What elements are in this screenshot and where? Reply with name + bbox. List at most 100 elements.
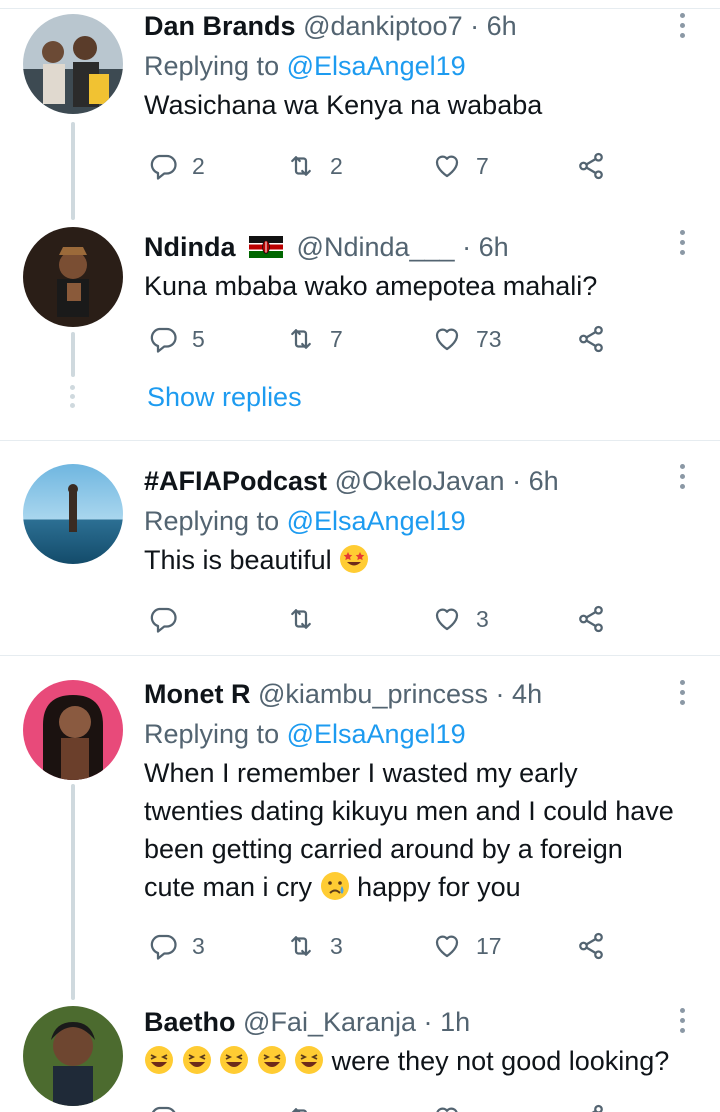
heart-icon [435, 155, 459, 178]
reply-button[interactable]: 2 [148, 148, 205, 184]
tweet-text-line: When I remember I wasted my early [144, 758, 578, 788]
reply-button[interactable]: 5 [148, 321, 205, 357]
laughing-emoji-icon [295, 1046, 324, 1074]
avatar[interactable] [23, 14, 123, 114]
retweet-icon [291, 156, 311, 176]
author-name[interactable]: Baetho [144, 1007, 236, 1037]
retweet-button[interactable]: 7 [286, 321, 343, 357]
avatar[interactable] [23, 680, 123, 780]
author-handle[interactable]: @Fai_Karanja [243, 1007, 416, 1037]
reply-icon [151, 1106, 176, 1112]
share-button[interactable] [576, 148, 606, 184]
more-options-icon[interactable] [678, 680, 686, 706]
retweet-button[interactable]: 2 [286, 148, 343, 184]
mention-link[interactable]: @ElsaAngel19 [287, 51, 466, 81]
like-button[interactable]: 3 [432, 601, 489, 637]
show-replies-link[interactable]: Show replies [147, 381, 302, 413]
like-button[interactable] [432, 1100, 462, 1112]
share-button[interactable] [576, 601, 606, 637]
more-options-icon[interactable] [678, 230, 686, 256]
timestamp[interactable]: 6h [479, 232, 509, 262]
tweet-monet-r[interactable]: Monet R @kiambu_princess · 4h Replying t… [0, 656, 720, 1000]
reply-icon [150, 607, 177, 633]
more-options-icon[interactable] [678, 464, 686, 490]
like-count: 73 [476, 325, 502, 352]
tweet-text-line: happy for you [357, 872, 521, 902]
mention-link[interactable]: @ElsaAngel19 [287, 506, 466, 536]
like-button[interactable]: 17 [432, 928, 502, 964]
tweet-actions [144, 1100, 614, 1112]
share-icon [579, 325, 603, 353]
avatar[interactable] [23, 1006, 123, 1106]
tweet-actions: 3 3 17 [144, 928, 614, 964]
author-name[interactable]: Monet R [144, 679, 250, 709]
tweet-dan-brands[interactable]: Dan Brands @dankiptoo7 · 6h Replying to … [0, 0, 720, 220]
share-button[interactable] [576, 1100, 606, 1112]
avatar[interactable] [23, 227, 123, 327]
laughing-emoji-icon [182, 1046, 211, 1074]
share-button[interactable] [576, 321, 606, 357]
separator: · [462, 232, 472, 262]
tweet-afia-podcast[interactable]: #AFIAPodcast @OkeloJavan · 6h Replying t… [0, 441, 720, 655]
reply-icon [150, 327, 177, 353]
like-button[interactable]: 7 [432, 148, 489, 184]
retweet-icon [291, 609, 311, 629]
reply-button[interactable] [148, 601, 192, 637]
separator: · [495, 679, 505, 709]
like-count: 17 [476, 932, 502, 959]
tweet-text: were they not good looking? [331, 1046, 670, 1076]
author-handle[interactable]: @Ndinda___ [297, 232, 455, 262]
laughing-emoji-icon [257, 1046, 286, 1074]
tweet-baetho[interactable]: Baetho @Fai_Karanja · 1h were they not g… [0, 1000, 720, 1112]
crying-face-emoji-icon [320, 872, 349, 900]
timestamp[interactable]: 1h [440, 1007, 470, 1037]
author-handle[interactable]: @dankiptoo7 [303, 11, 463, 41]
share-button[interactable] [576, 928, 606, 964]
timestamp[interactable]: 4h [512, 679, 542, 709]
author-name[interactable]: Ndinda [144, 232, 236, 262]
reply-icon [150, 154, 177, 180]
separator: · [512, 466, 522, 496]
like-count: 3 [476, 605, 489, 632]
retweet-count: 3 [330, 932, 343, 959]
tweet-text-line: cute man i cry [144, 872, 313, 902]
kenya-flag-icon [249, 235, 284, 258]
reply-button[interactable]: 3 [148, 928, 205, 964]
reply-button[interactable] [148, 1100, 178, 1112]
replying-to-label: Replying to [144, 506, 280, 536]
author-handle[interactable]: @kiambu_princess [258, 679, 488, 709]
reply-count: 2 [192, 152, 205, 179]
retweet-button[interactable] [286, 601, 330, 637]
timestamp[interactable]: 6h [487, 11, 517, 41]
retweet-button[interactable] [286, 1100, 316, 1112]
retweet-icon [291, 936, 311, 956]
separator: · [470, 11, 480, 41]
avatar[interactable] [23, 464, 123, 564]
tweet-actions: 2 2 7 [144, 148, 614, 184]
replying-to: Replying to @ElsaAngel19 [144, 718, 680, 750]
tweet-ndinda[interactable]: Ndinda @Ndinda___ · 6h Kuna mbaba wako a… [0, 215, 720, 440]
author-name[interactable]: Dan Brands [144, 11, 296, 41]
retweet-button[interactable]: 3 [286, 928, 343, 964]
laughing-emoji-icon [145, 1046, 173, 1074]
thread-line [71, 122, 75, 220]
author-handle[interactable]: @OkeloJavan [335, 466, 505, 496]
collapsed-thread-dots [70, 385, 76, 412]
replying-to: Replying to @ElsaAngel19 [144, 50, 680, 82]
reply-count: 3 [192, 932, 205, 959]
more-options-icon[interactable] [678, 13, 686, 39]
tweet-text-line: twenties dating kikuyu men and I could h… [144, 796, 674, 826]
timestamp[interactable]: 6h [529, 466, 559, 496]
share-icon [579, 932, 603, 960]
heart-icon [436, 1107, 458, 1112]
share-icon [579, 152, 603, 180]
tweet-text: Kuna mbaba wako amepotea mahali? [144, 271, 598, 301]
laughing-emoji-icon [220, 1046, 249, 1074]
star-struck-emoji-icon [340, 545, 369, 573]
author-name[interactable]: #AFIAPodcast [144, 466, 327, 496]
like-button[interactable]: 73 [432, 321, 502, 357]
more-options-icon[interactable] [678, 1008, 686, 1034]
reply-icon [150, 934, 177, 960]
retweet-icon [291, 329, 311, 349]
mention-link[interactable]: @ElsaAngel19 [287, 719, 466, 749]
